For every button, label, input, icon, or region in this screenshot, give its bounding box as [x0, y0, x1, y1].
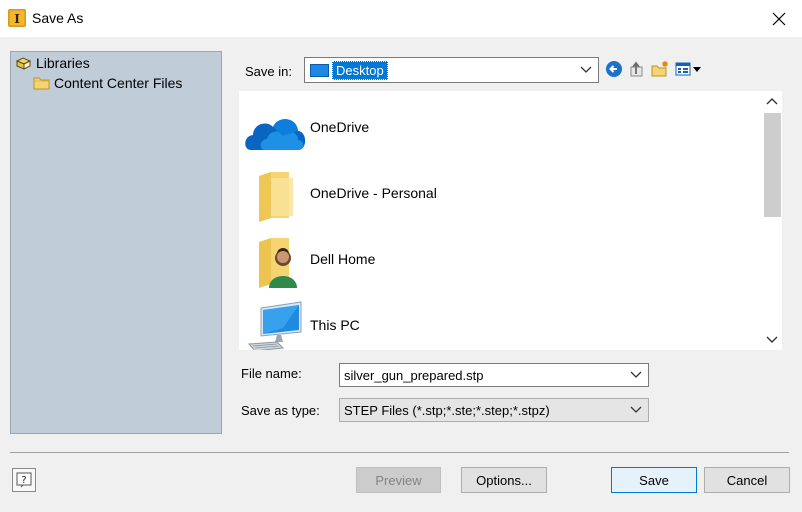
library-item-label: Content Center Files [54, 75, 183, 91]
scroll-up-button[interactable] [762, 91, 782, 111]
new-folder-icon[interactable] [651, 60, 669, 78]
up-folder-icon[interactable] [628, 60, 646, 78]
list-item-onedrive-personal[interactable]: OneDrive - Personal [239, 161, 759, 227]
libraries-icon [15, 56, 32, 70]
scroll-down-button[interactable] [762, 330, 782, 350]
file-name-input[interactable] [344, 367, 614, 383]
svg-text:?: ? [21, 475, 26, 486]
libraries-panel: Libraries Content Center Files [10, 51, 222, 434]
options-button[interactable]: Options... [461, 467, 547, 493]
user-folder-icon [259, 238, 297, 288]
save-in-label: Save in: [245, 64, 292, 79]
back-arrow-icon[interactable] [605, 60, 623, 78]
folder-icon [33, 77, 50, 90]
chevron-down-icon[interactable] [630, 371, 642, 379]
file-list[interactable]: OneDrive OneDrive - Personal Dell Home T… [239, 91, 782, 350]
file-name-field[interactable] [339, 363, 649, 387]
library-item-label: Libraries [36, 55, 90, 71]
desktop-icon [310, 64, 329, 77]
save-in-dropdown[interactable]: Desktop [304, 57, 599, 83]
folder-icon [259, 172, 293, 222]
list-item-label: This PC [310, 317, 360, 333]
save-as-type-label: Save as type: [241, 403, 320, 418]
save-button[interactable]: Save [611, 467, 697, 493]
library-item-content-center[interactable]: Content Center Files [33, 75, 182, 91]
help-button[interactable]: ? [12, 468, 36, 492]
list-item-this-pc[interactable]: This PC [239, 293, 759, 350]
file-list-scrollbar[interactable] [762, 91, 782, 350]
onedrive-cloud-icon [245, 119, 306, 150]
preview-button[interactable]: Preview [356, 467, 441, 493]
save-in-value: Desktop [332, 60, 388, 80]
divider [10, 452, 789, 453]
close-icon [772, 12, 786, 25]
file-name-label: File name: [241, 366, 302, 381]
close-button[interactable] [756, 0, 802, 37]
inventor-app-icon: I [8, 9, 26, 27]
list-item-label: OneDrive [310, 119, 370, 135]
svg-text:I: I [14, 12, 20, 26]
view-menu-icon[interactable] [675, 60, 703, 78]
list-item-label: OneDrive - Personal [310, 185, 437, 201]
chevron-down-icon [630, 406, 642, 413]
save-as-type-value: STEP Files (*.stp;*.ste;*.step;*.stpz) [344, 402, 550, 418]
chevron-up-icon [766, 98, 778, 105]
cancel-button[interactable]: Cancel [704, 467, 790, 493]
chevron-down-icon [580, 66, 592, 73]
list-item-dell-home[interactable]: Dell Home [239, 227, 759, 293]
chevron-down-icon [766, 336, 778, 343]
title-bar: I Save As [0, 0, 802, 37]
scroll-thumb[interactable] [764, 113, 781, 217]
list-item-label: Dell Home [310, 251, 376, 267]
save-as-type-dropdown[interactable]: STEP Files (*.stp;*.ste;*.step;*.stpz) [339, 398, 649, 422]
list-item-onedrive[interactable]: OneDrive [239, 95, 759, 161]
window-title: Save As [32, 10, 84, 26]
help-icon: ? [16, 472, 32, 488]
computer-icon [247, 301, 302, 350]
library-item-libraries[interactable]: Libraries [15, 55, 90, 71]
